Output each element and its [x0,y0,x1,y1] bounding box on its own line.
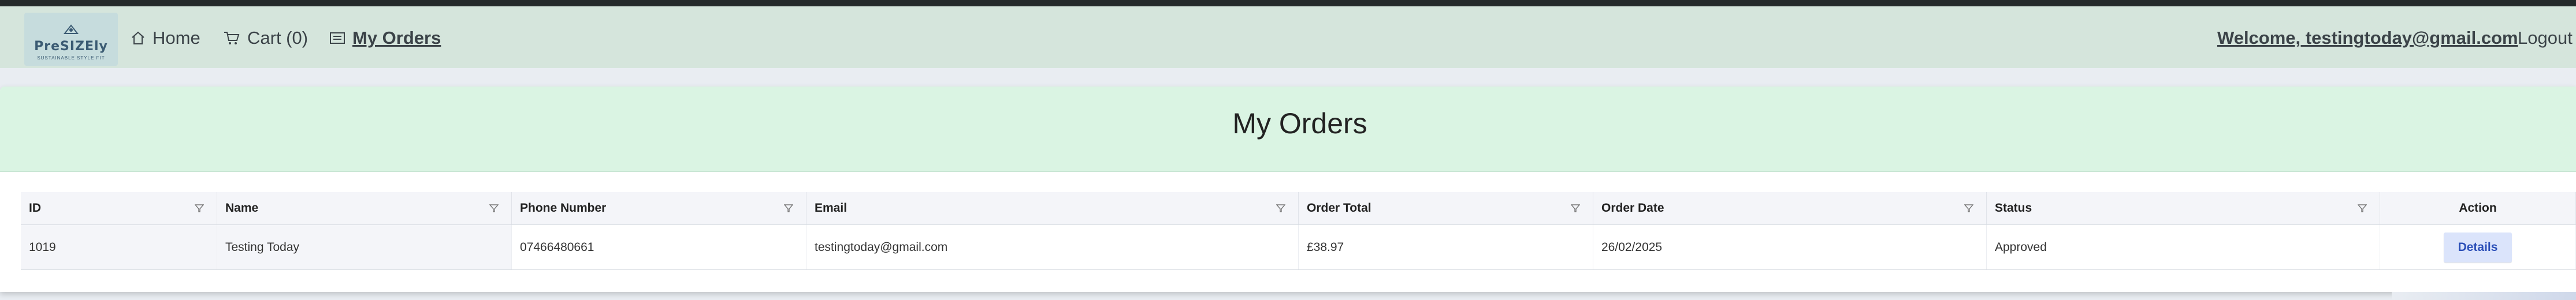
column-header-id[interactable]: ID [21,192,217,224]
cell-name: Testing Today [217,225,512,269]
orders-table: ID Name Phone Number Email Order Total O… [21,192,2576,270]
top-strip [0,0,2576,6]
filter-icon[interactable] [195,204,204,213]
column-header-action: Action [2380,192,2576,224]
filter-icon[interactable] [1964,204,1973,213]
cell-action: Details [2380,225,2576,269]
bottom-gradient-bar [2392,292,2576,300]
column-header-order-total-label: Order Total [1307,201,1371,215]
column-header-order-total[interactable]: Order Total [1299,192,1593,224]
card-header: My Orders [0,87,2576,172]
cart-icon [224,32,240,44]
table-row: 1019 Testing Today 07466480661 testingto… [21,225,2576,270]
logout-label: Logout [2518,28,2573,48]
nav-home[interactable]: Home [131,27,200,50]
column-header-name[interactable]: Name [217,192,512,224]
filter-icon[interactable] [784,204,793,213]
column-header-name-label: Name [225,201,259,215]
orders-card: My Orders ID Name Phone Number Email Ord… [0,87,2576,292]
home-icon [132,31,144,44]
column-header-id-label: ID [29,201,41,215]
cell-status: Approved [1987,225,2380,269]
column-header-email[interactable]: Email [806,192,1299,224]
logo[interactable]: PreSIZEly SUSTAINABLE STYLE FIT [24,13,118,66]
filter-icon[interactable] [1571,204,1580,213]
filter-icon[interactable] [489,204,499,213]
column-header-email-label: Email [815,201,847,215]
cell-order-total: £38.97 [1299,225,1593,269]
column-header-phone-label: Phone Number [520,201,607,215]
navbar: PreSIZEly SUSTAINABLE STYLE FIT Home Car… [0,6,2576,68]
column-header-action-label: Action [2459,201,2497,215]
cell-email: testingtoday@gmail.com [806,225,1299,269]
column-header-status-label: Status [1995,201,2032,215]
page-title: My Orders [1232,107,1367,140]
column-header-phone[interactable]: Phone Number [512,192,806,224]
nav-cart-label: Cart (0) [247,28,308,48]
column-header-status[interactable]: Status [1987,192,2380,224]
cell-id: 1019 [21,225,217,269]
nav-home-label: Home [153,28,200,48]
logout-link[interactable]: Logout [2518,27,2573,50]
logo-mark-icon [63,24,79,34]
column-header-order-date[interactable]: Order Date [1593,192,1987,224]
logo-brand: PreSIZEly [34,39,108,54]
welcome-link[interactable]: Welcome, testingtoday@gmail.com [2217,27,2518,50]
logo-tagline: SUSTAINABLE STYLE FIT [37,55,105,61]
column-header-order-date-label: Order Date [1601,201,1664,215]
nav-my-orders[interactable]: My Orders [329,27,441,50]
table-header: ID Name Phone Number Email Order Total O… [21,192,2576,225]
filter-icon[interactable] [2358,204,2367,213]
cell-order-date: 26/02/2025 [1593,225,1987,269]
nav-cart[interactable]: Cart (0) [223,27,308,50]
welcome-text: Welcome, testingtoday@gmail.com [2217,28,2518,48]
details-button[interactable]: Details [2444,232,2512,262]
nav-my-orders-label: My Orders [352,28,441,48]
orders-icon [330,32,345,44]
filter-icon[interactable] [1276,204,1285,213]
cell-phone: 07466480661 [512,225,806,269]
